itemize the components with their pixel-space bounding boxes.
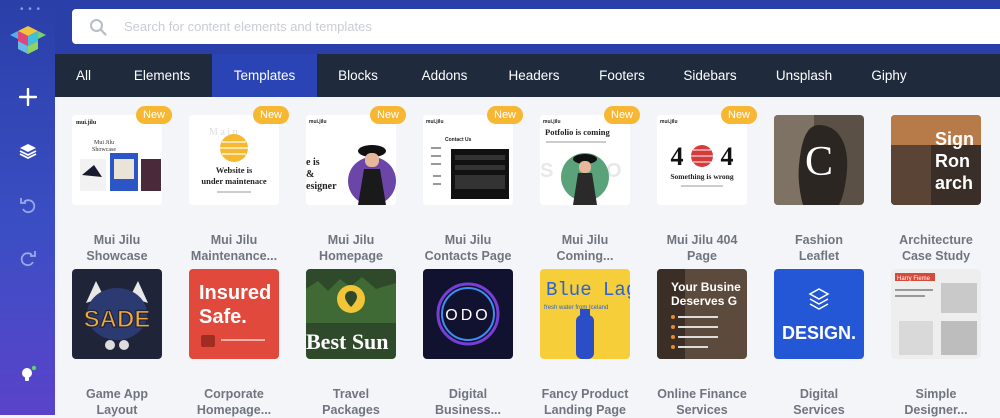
template-thumbnail[interactable]: mui.jilu Mui Jilu Showcase [72,115,162,205]
svg-text:under maintenace: under maintenace [201,176,266,186]
template-title: Mui Jilu Homepage [319,233,383,263]
template-title: Online Finance Services [657,387,747,417]
template-title: Mui Jilu Contacts Page [424,233,512,263]
search-icon [72,18,124,36]
svg-text:mui.jilu: mui.jilu [543,119,561,125]
svg-text:Best Sun: Best Sun [306,329,389,354]
template-title: Mui Jilu Coming... [556,233,614,263]
svg-text:Ron: Ron [935,151,970,171]
svg-text:Insured: Insured [199,282,271,304]
logo-icon[interactable] [0,20,55,60]
template-title: Architecture Case Study [899,233,973,263]
layers-icon[interactable] [0,131,55,171]
thumb-404-left: 4 [671,142,684,171]
tab-unsplash[interactable]: Unsplash [754,54,854,97]
template-title: Simple Designer... [904,387,968,417]
template-thumbnail[interactable]: Best Sun [306,269,396,359]
svg-text:Blue Lag: Blue Lag [546,279,630,301]
template-thumbnail[interactable]: Insured Safe. [189,269,279,359]
new-badge: New [370,106,407,124]
svg-text:esigner: esigner [306,181,337,192]
tab-headers[interactable]: Headers [490,54,578,97]
template-thumbnail[interactable]: Blue Lag fresh water from Iceland [540,269,630,359]
svg-text:e is: e is [306,157,320,168]
template-title: Fashion Leaflet [795,233,843,263]
tab-elements[interactable]: Elements [112,54,212,97]
tab-blocks[interactable]: Blocks [317,54,399,97]
svg-text:C: C [805,139,833,185]
template-thumbnail[interactable]: C [774,115,864,205]
template-thumbnail[interactable]: mui.jilu Potfolio is coming S O [540,115,630,205]
template-title: Fancy Product Landing Page [541,387,629,417]
undo-icon[interactable] [0,185,55,225]
top-bar [55,0,1000,54]
template-title: Mui Jilu 404 Page [666,233,738,263]
redo-icon[interactable] [0,238,55,278]
template-title: Digital Services [793,387,845,417]
svg-text:4: 4 [721,142,734,171]
template-title: Mui Jilu Maintenance... [190,233,278,263]
template-thumbnail[interactable]: mui.jilu Contact Us [423,115,513,205]
tab-all[interactable]: All [55,54,112,97]
category-tabs: All Elements Templates Blocks Addons Hea… [55,54,1000,97]
svg-text:Harry Fieme: Harry Fieme [897,276,931,282]
new-badge: New [604,106,641,124]
svg-text:Your Busine: Your Busine [671,280,741,294]
tab-sidebars[interactable]: Sidebars [666,54,754,97]
svg-text:mui.jilu: mui.jilu [660,119,678,125]
thumb-title: SADE [84,306,151,333]
thumb-title: DESIGN. [782,323,856,343]
svg-text:Contact Us: Contact Us [445,137,472,143]
template-thumbnail[interactable]: mui.jilu 4 4 Something is wrong [657,115,747,205]
svg-text:fresh water from Iceland: fresh water from Iceland [544,305,608,311]
template-thumbnail[interactable]: mui.jilu e is & esigner [306,115,396,205]
svg-text:&: & [306,169,314,180]
tab-giphy[interactable]: Giphy [854,54,924,97]
svg-text:mui.jilu: mui.jilu [426,119,444,125]
template-thumbnail[interactable]: Your Busine Deserves G [657,269,747,359]
svg-text:arch: arch [935,173,973,193]
template-thumbnail[interactable]: SADE [72,269,162,359]
tab-templates[interactable]: Templates [212,54,317,97]
thumb-caption: Something is wrong [670,172,733,181]
template-thumbnail[interactable]: Harry Fieme [891,269,981,359]
new-badge: New [721,106,758,124]
svg-text:Website is: Website is [216,165,253,175]
svg-text:Deserves G: Deserves G [671,294,737,308]
new-badge: New [136,106,173,124]
lightbulb-icon[interactable] [0,355,55,395]
tab-footers[interactable]: Footers [578,54,666,97]
template-title: Digital Business... [435,387,501,417]
template-title: Corporate Homepage... [196,387,272,417]
svg-text:Sign: Sign [935,129,974,149]
svg-text:S: S [540,160,553,182]
template-thumbnail[interactable]: DESIGN. [774,269,864,359]
svg-text:mui.jilu: mui.jilu [76,120,97,126]
svg-text:mui.jilu: mui.jilu [309,119,327,125]
template-thumbnail[interactable]: M a i n Website is under maintenace [189,115,279,205]
svg-text:Safe.: Safe. [199,306,247,328]
template-grid: mui.jilu Mui Jilu Showcase New Mui Jilu S… [55,97,1000,417]
thumb-title: ODO [445,307,490,324]
template-thumbnail[interactable]: ODO [423,269,513,359]
template-title: Travel Packages [322,387,380,417]
svg-text:Showcase: Showcase [92,147,116,153]
tab-addons[interactable]: Addons [399,54,490,97]
add-icon[interactable] [0,77,55,117]
svg-text:Potfolio is coming: Potfolio is coming [545,127,610,137]
template-title: Game App Layout [85,387,149,417]
template-title: Mui Jilu Showcase [86,233,148,263]
search-input[interactable] [124,19,924,34]
new-badge: New [253,106,290,124]
drag-handle[interactable]: • • • [20,4,41,15]
sidebar: • • • [0,0,55,415]
svg-text:Mui Jilu: Mui Jilu [94,140,114,146]
template-thumbnail[interactable]: Sign Ron arch [891,115,981,205]
search-bar [72,9,1000,44]
new-badge: New [487,106,524,124]
